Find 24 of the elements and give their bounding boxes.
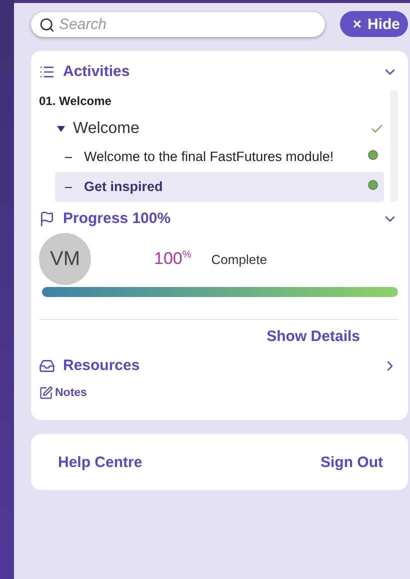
section-title: Resources	[63, 357, 141, 374]
activity-item[interactable]: Welcome to the final FastFutures module!	[55, 142, 384, 172]
activity-title[interactable]: Welcome	[73, 120, 362, 138]
footer-link[interactable]: Help Centre	[58, 454, 142, 470]
group-title: 01. Welcome	[39, 94, 112, 108]
progress-status: Complete	[211, 252, 267, 266]
dash-icon	[65, 157, 72, 158]
triangle-icon[interactable]	[57, 125, 65, 133]
section-title: Activities	[63, 63, 131, 80]
dash-icon	[65, 187, 72, 188]
flag-icon	[39, 210, 55, 226]
edit-icon	[39, 386, 53, 400]
search-icon	[39, 16, 55, 32]
activity-item[interactable]: Get inspired	[55, 172, 384, 202]
inbox-icon	[39, 358, 55, 374]
section-title: Progress 100%	[63, 210, 172, 227]
progress-percent: 100$^{%}$	[154, 249, 192, 269]
notes-link[interactable]: Notes	[39, 386, 398, 400]
search-field[interactable]: Search	[31, 12, 325, 36]
avatar: VM	[39, 233, 91, 285]
show-details-link[interactable]: Show Details	[266, 328, 360, 345]
hide-button[interactable]: × Hide	[340, 11, 408, 37]
list-icon	[39, 64, 55, 80]
footer-link[interactable]: Sign Out	[320, 454, 383, 470]
